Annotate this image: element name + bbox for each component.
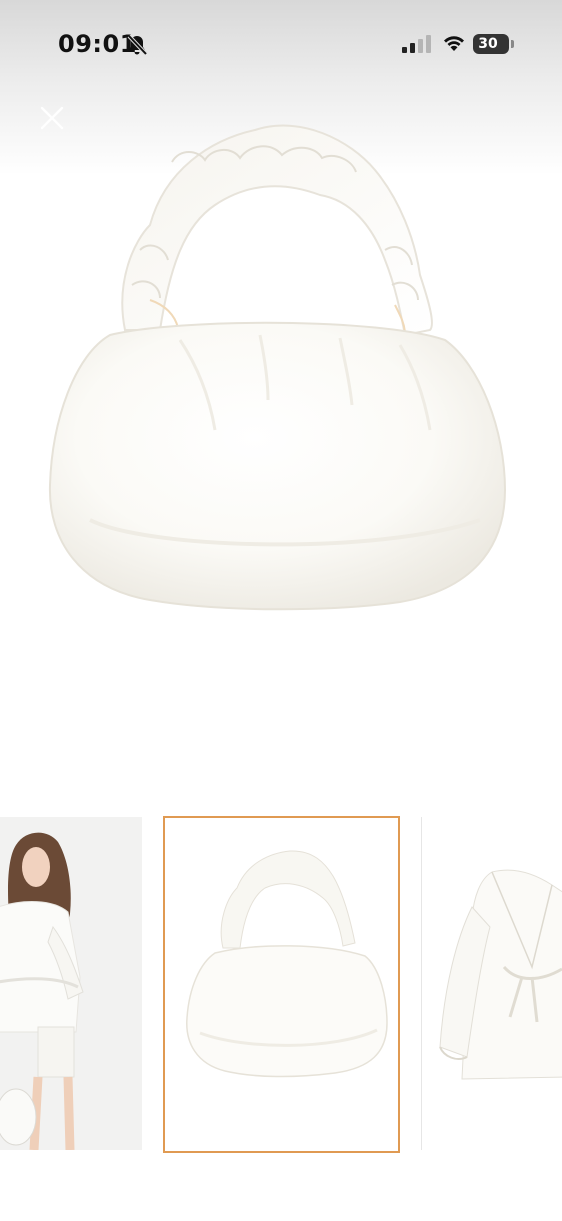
satin-robe-thumbnail[interactable] (421, 817, 562, 1150)
thumbnail-strip (0, 815, 562, 1155)
handbag-handle (121, 124, 433, 337)
wifi-icon (444, 36, 464, 51)
status-bar: 09:01 30 (0, 0, 562, 90)
robe-image (439, 869, 562, 1080)
product-main-image[interactable] (0, 100, 562, 660)
cellular-signal-icon (402, 35, 431, 53)
battery-level: 30 (478, 36, 498, 52)
bell-off-icon (127, 34, 148, 56)
handbag-thumb-image (186, 850, 388, 1078)
handbag-body (48, 321, 507, 611)
satin-handbag-thumbnail[interactable] (163, 816, 400, 1153)
battery-cap (511, 40, 514, 48)
model-photo (0, 817, 142, 1150)
battery-icon: 30 (473, 34, 509, 54)
model-wearing-robe-thumbnail[interactable] (0, 817, 142, 1150)
